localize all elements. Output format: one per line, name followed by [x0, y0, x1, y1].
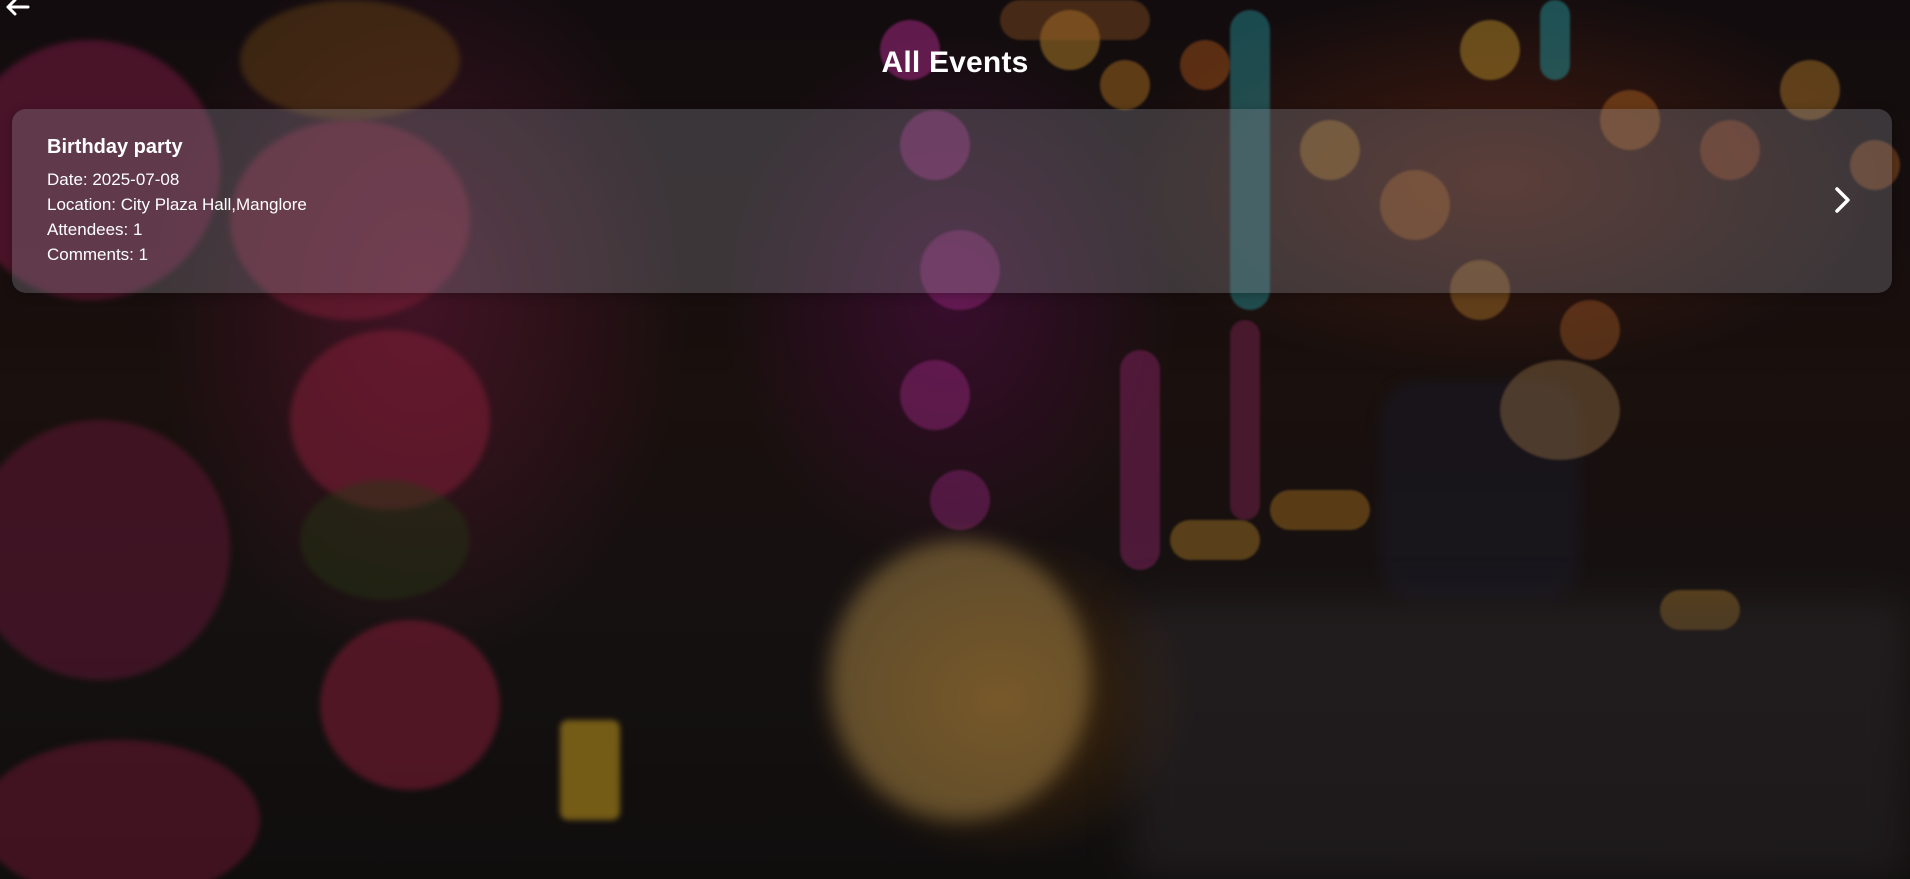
event-name: Birthday party	[47, 136, 183, 158]
event-card[interactable]: Birthday party Date: 2025-07-08 Location…	[12, 109, 1892, 293]
event-date: Date: 2025-07-08	[47, 170, 180, 189]
arrow-left-icon	[6, 0, 30, 16]
event-location: Location: City Plaza Hall,Manglore	[47, 195, 307, 214]
app-screen: All Events Birthday party Date: 2025-07-…	[0, 0, 1910, 879]
page-title: All Events	[881, 46, 1029, 79]
back-button[interactable]	[2, 0, 32, 18]
event-comments: Comments: 1	[47, 245, 149, 264]
chevron-right-icon[interactable]	[1830, 185, 1854, 215]
event-attendees: Attendees: 1	[47, 220, 143, 239]
